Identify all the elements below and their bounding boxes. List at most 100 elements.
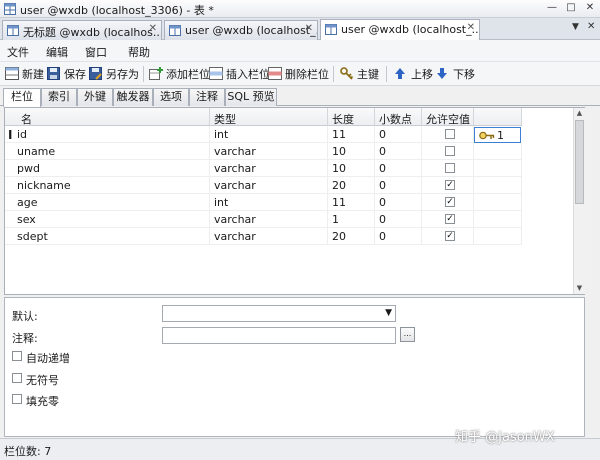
arrow-up-icon <box>395 68 405 79</box>
tab-options[interactable]: 选项 <box>153 88 189 106</box>
field-name-cell[interactable]: pwd <box>5 160 210 177</box>
column-header-decimals[interactable]: 小数点 <box>375 108 422 126</box>
close-tab-icon[interactable]: ✕ <box>587 21 595 32</box>
tab-fields[interactable]: 栏位 <box>3 88 41 107</box>
field-decimals-cell[interactable]: 0 <box>375 160 422 177</box>
nullable-checkbox[interactable]: ✓ <box>445 197 455 207</box>
field-name-cell[interactable]: age <box>5 194 210 211</box>
grid-vertical-scrollbar[interactable]: ▲ ▼ <box>573 108 585 294</box>
field-decimals-cell[interactable]: 0 <box>375 143 422 160</box>
nullable-checkbox[interactable]: ✓ <box>445 180 455 190</box>
field-length-cell[interactable]: 10 <box>328 143 375 160</box>
field-name-cell[interactable]: id <box>5 126 210 143</box>
field-key-cell[interactable] <box>474 194 522 211</box>
save-button[interactable]: 保存 <box>47 66 86 82</box>
maximize-button[interactable]: □ <box>563 2 579 16</box>
primary-key-button[interactable]: 主键 <box>340 66 379 82</box>
table-row[interactable]: nickname varchar 20 0 ✓ <box>5 177 522 194</box>
primary-key-cell[interactable]: 1 <box>474 127 521 143</box>
scrollbar-thumb[interactable] <box>575 120 584 204</box>
field-decimals-cell[interactable]: 0 <box>375 177 422 194</box>
field-name-cell[interactable]: uname <box>5 143 210 160</box>
field-type-cell[interactable]: varchar <box>210 211 328 228</box>
field-decimals-cell[interactable]: 0 <box>375 211 422 228</box>
field-length-cell[interactable]: 11 <box>328 126 375 143</box>
save-icon <box>47 67 60 80</box>
comment-input[interactable] <box>162 327 396 344</box>
field-key-cell[interactable] <box>474 143 522 160</box>
field-length-cell[interactable]: 20 <box>328 177 375 194</box>
field-length-cell[interactable]: 1 <box>328 211 375 228</box>
column-header-nullable[interactable]: 允许空值 ( <box>422 108 474 126</box>
new-button[interactable]: 新建 <box>5 66 44 82</box>
tab-sql-preview[interactable]: SQL 预览 <box>225 88 277 106</box>
add-column-button[interactable]: 添加栏位 <box>149 66 210 82</box>
doc-tab-user-1[interactable]: user @wxdb (localhost_... ✕ <box>164 20 318 40</box>
nullable-checkbox[interactable] <box>445 163 455 173</box>
scroll-up-icon[interactable]: ▲ <box>575 109 584 117</box>
field-key-cell[interactable] <box>474 177 522 194</box>
field-length-cell[interactable]: 10 <box>328 160 375 177</box>
nullable-checkbox[interactable]: ✓ <box>445 214 455 224</box>
column-header-type[interactable]: 类型 <box>210 108 328 126</box>
insert-column-button[interactable]: 插入栏位 <box>209 66 270 82</box>
field-length-cell[interactable]: 11 <box>328 194 375 211</box>
field-key-cell[interactable] <box>474 160 522 177</box>
menu-window[interactable]: 窗口 <box>85 44 107 60</box>
move-up-button[interactable]: 上移 <box>394 66 433 82</box>
field-type-cell[interactable]: varchar <box>210 177 328 194</box>
save-as-button[interactable]: 另存为 <box>89 66 139 82</box>
nullable-checkbox[interactable] <box>445 146 455 156</box>
minimize-button[interactable]: — <box>544 2 560 16</box>
zerofill-checkbox[interactable] <box>12 394 22 404</box>
table-row[interactable]: sex varchar 1 0 ✓ <box>5 211 522 228</box>
field-type-cell[interactable]: int <box>210 194 328 211</box>
default-value-select[interactable]: ▼ <box>162 305 396 322</box>
comment-editor-button[interactable]: ... <box>400 327 415 342</box>
table-row[interactable]: uname varchar 10 0 <box>5 143 522 160</box>
menu-file[interactable]: 文件 <box>7 44 29 60</box>
field-type-cell[interactable]: varchar <box>210 228 328 245</box>
arrow-down-icon <box>437 68 447 79</box>
field-length-cell[interactable]: 20 <box>328 228 375 245</box>
close-tab-icon[interactable]: ✕ <box>149 23 157 34</box>
close-window-button[interactable]: ✕ <box>582 2 598 16</box>
table-row[interactable]: sdept varchar 20 0 ✓ <box>5 228 522 245</box>
field-decimals-cell[interactable]: 0 <box>375 194 422 211</box>
field-name-cell[interactable]: nickname <box>5 177 210 194</box>
column-header-length[interactable]: 长度 <box>328 108 375 126</box>
move-down-button[interactable]: 下移 <box>436 66 475 82</box>
table-row[interactable]: id int 11 0 <box>5 126 522 143</box>
field-type-cell[interactable]: varchar <box>210 143 328 160</box>
column-header-key[interactable] <box>474 108 522 126</box>
fields-grid[interactable]: 名 类型 长度 小数点 允许空值 ( I id int 11 0 uname v… <box>4 107 585 295</box>
menu-edit[interactable]: 编辑 <box>46 44 68 60</box>
field-decimals-cell[interactable]: 0 <box>375 228 422 245</box>
doc-tab-user-active[interactable]: user @wxdb (localhost_... ✕ <box>320 19 480 40</box>
close-tab-icon[interactable]: ✕ <box>467 22 475 33</box>
nullable-checkbox[interactable] <box>445 129 455 139</box>
tab-foreign-keys[interactable]: 外键 <box>77 88 113 106</box>
field-type-cell[interactable]: int <box>210 126 328 143</box>
scroll-down-icon[interactable]: ▼ <box>575 284 584 292</box>
delete-column-button[interactable]: 删除栏位 <box>268 66 329 82</box>
table-row[interactable]: pwd varchar 10 0 <box>5 160 522 177</box>
doc-tab-untitled[interactable]: 无标题 @wxdb (localhos... ✕ <box>2 20 162 40</box>
column-header-name[interactable]: 名 <box>5 108 210 126</box>
close-tab-icon[interactable]: ✕ <box>305 23 313 34</box>
menu-help[interactable]: 帮助 <box>128 44 150 60</box>
field-type-cell[interactable]: varchar <box>210 160 328 177</box>
tab-comment[interactable]: 注释 <box>189 88 225 106</box>
table-row[interactable]: age int 11 0 ✓ <box>5 194 522 211</box>
nullable-checkbox[interactable]: ✓ <box>445 231 455 241</box>
field-name-cell[interactable]: sdept <box>5 228 210 245</box>
field-key-cell[interactable] <box>474 211 522 228</box>
field-name-cell[interactable]: sex <box>5 211 210 228</box>
tab-triggers[interactable]: 触发器 <box>113 88 153 106</box>
auto-increment-checkbox[interactable] <box>12 351 22 361</box>
unsigned-checkbox[interactable] <box>12 373 22 383</box>
tabs-dropdown-icon[interactable]: ▼ <box>572 22 579 32</box>
field-key-cell[interactable] <box>474 228 522 245</box>
field-decimals-cell[interactable]: 0 <box>375 126 422 143</box>
tab-indexes[interactable]: 索引 <box>41 88 77 106</box>
